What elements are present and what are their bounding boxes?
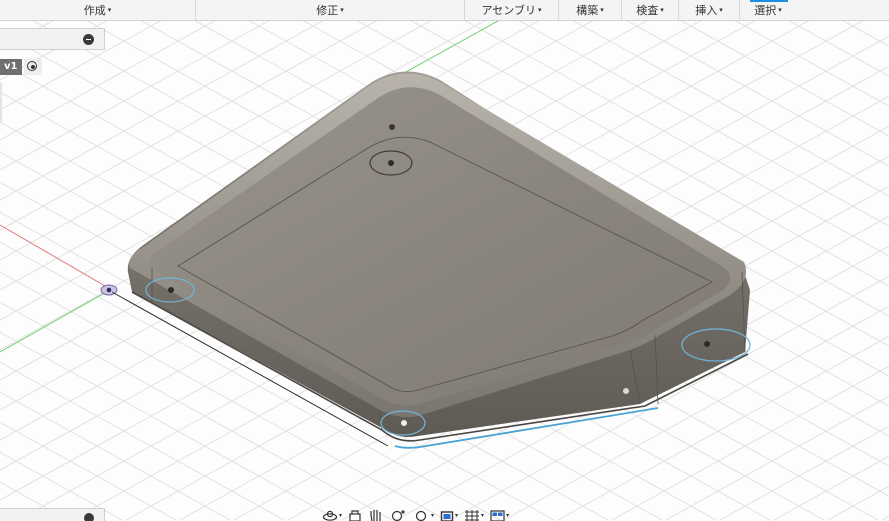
orbit-icon <box>322 510 338 521</box>
look-at-icon <box>349 510 361 521</box>
grid-line <box>841 19 889 47</box>
grid-icon <box>465 510 480 521</box>
add-comment-icon[interactable] <box>84 513 94 521</box>
menu-construct[interactable]: 構築 ▾ <box>559 0 622 20</box>
chevron-down-icon: ▾ <box>339 512 343 519</box>
grid-line <box>0 19 109 81</box>
browser-edge <box>0 83 2 123</box>
hole[interactable] <box>401 420 407 426</box>
display-mode-icon <box>440 511 454 521</box>
display-settings-button[interactable]: ▾ <box>440 508 458 521</box>
y-axis-line <box>0 289 111 353</box>
part-body[interactable] <box>127 71 751 449</box>
chevron-down-icon: ▾ <box>481 512 485 519</box>
menu-inspect[interactable]: 検査 ▾ <box>622 0 679 20</box>
pan-button[interactable] <box>368 508 384 521</box>
fit-icon <box>415 510 427 521</box>
chevron-down-icon: ▾ <box>660 6 664 14</box>
menu-inspect-label: 検査 <box>636 4 659 17</box>
zoom-icon <box>391 510 406 521</box>
chevron-down-icon: ▾ <box>600 6 604 14</box>
grid-line <box>0 511 15 521</box>
grid-line <box>0 481 69 521</box>
main-toolbar: 作成 ▾ 修正 ▾ アセンブリ ▾ 構築 ▾ 検査 ▾ 挿入 ▾ 選択 ▾ <box>0 0 889 21</box>
navigation-bar: ▾ ▾ ▾ ▾ ▾ <box>322 508 558 521</box>
fusion-workspace: 作成▾ 修正▾ アセンブリ▾ 構築▾ 検査▾ 挿入▾ 選択▾ v1 <box>0 0 889 521</box>
menu-select[interactable]: 選択 ▾ <box>740 0 796 20</box>
hole[interactable] <box>704 341 710 347</box>
comments-panel[interactable] <box>0 508 105 521</box>
document-version-row: v1 <box>0 58 42 76</box>
menu-assemble[interactable]: アセンブリ ▾ <box>465 0 559 20</box>
active-menu-indicator <box>750 0 788 2</box>
3d-viewport[interactable] <box>0 0 889 521</box>
chevron-down-icon: ▾ <box>719 6 723 14</box>
menu-insert[interactable]: 挿入 ▾ <box>679 0 740 20</box>
menu-modify-label: 修正 <box>316 4 339 17</box>
fit-button[interactable]: ▾ <box>414 508 434 521</box>
chevron-down-icon: ▾ <box>107 6 112 14</box>
chevron-down-icon: ▾ <box>431 512 435 519</box>
menu-select-label: 選択 <box>754 4 777 17</box>
chevron-down-icon: ▾ <box>455 512 459 519</box>
chevron-down-icon: ▾ <box>506 512 510 519</box>
chevron-down-icon: ▾ <box>340 6 344 14</box>
menu-create[interactable]: 作成 ▾ <box>0 0 196 20</box>
hole[interactable] <box>388 160 394 166</box>
menu-modify[interactable]: 修正 ▾ <box>196 0 465 20</box>
menu-construct-label: 構築 <box>576 4 599 17</box>
browser-panel-header[interactable] <box>0 28 105 50</box>
grid-line <box>787 19 889 77</box>
chevron-down-icon: ▾ <box>778 6 782 14</box>
orbit-button[interactable]: ▾ <box>322 508 342 521</box>
version-badge: v1 <box>0 59 22 75</box>
hole[interactable] <box>389 124 395 130</box>
look-at-button[interactable] <box>348 508 362 521</box>
grid-line <box>733 19 889 107</box>
collapse-icon[interactable] <box>83 34 94 45</box>
pan-icon <box>370 510 381 521</box>
menu-create-label: 作成 <box>83 4 106 17</box>
menu-assemble-label: アセンブリ <box>481 4 536 17</box>
hole[interactable] <box>168 287 174 293</box>
hole[interactable] <box>623 388 629 394</box>
viewports-button[interactable]: ▾ <box>490 508 509 521</box>
activate-target-icon[interactable] <box>24 59 42 75</box>
zoom-button[interactable] <box>390 508 408 521</box>
grid-settings-button[interactable]: ▾ <box>464 508 484 521</box>
viewports-icon <box>490 510 505 521</box>
menu-insert-label: 挿入 <box>695 4 718 17</box>
chevron-down-icon: ▾ <box>537 6 542 14</box>
grid-line <box>881 515 889 521</box>
